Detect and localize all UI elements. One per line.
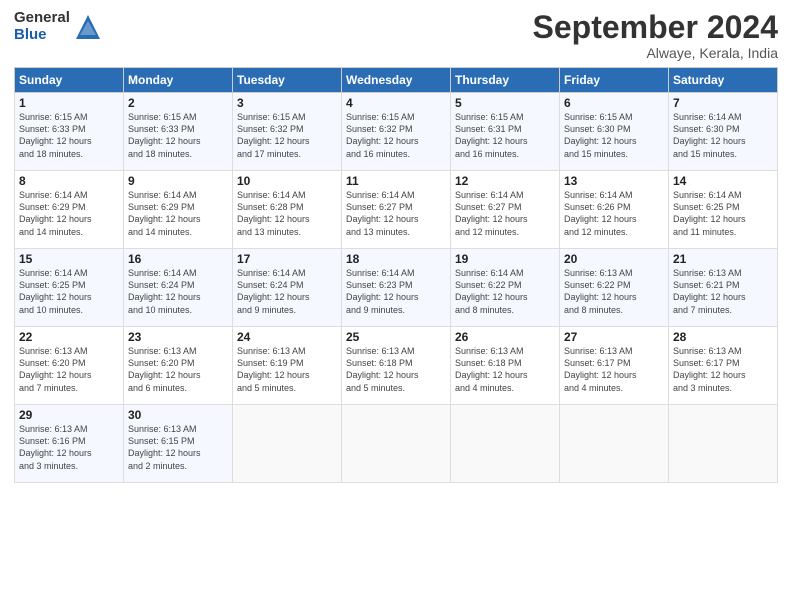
title-block: September 2024 Alwaye, Kerala, India bbox=[533, 10, 778, 61]
table-row: 12Sunrise: 6:14 AMSunset: 6:27 PMDayligh… bbox=[451, 171, 560, 249]
table-row: 2Sunrise: 6:15 AMSunset: 6:33 PMDaylight… bbox=[124, 93, 233, 171]
table-row: 14Sunrise: 6:14 AMSunset: 6:25 PMDayligh… bbox=[669, 171, 778, 249]
table-row: 23Sunrise: 6:13 AMSunset: 6:20 PMDayligh… bbox=[124, 327, 233, 405]
table-row: 15Sunrise: 6:14 AMSunset: 6:25 PMDayligh… bbox=[15, 249, 124, 327]
logo-icon bbox=[74, 13, 102, 41]
table-row: 8Sunrise: 6:14 AMSunset: 6:29 PMDaylight… bbox=[15, 171, 124, 249]
table-row: 4Sunrise: 6:15 AMSunset: 6:32 PMDaylight… bbox=[342, 93, 451, 171]
table-row: 5Sunrise: 6:15 AMSunset: 6:31 PMDaylight… bbox=[451, 93, 560, 171]
table-row bbox=[560, 405, 669, 483]
table-row bbox=[233, 405, 342, 483]
calendar-table: Sunday Monday Tuesday Wednesday Thursday… bbox=[14, 67, 778, 483]
table-row: 24Sunrise: 6:13 AMSunset: 6:19 PMDayligh… bbox=[233, 327, 342, 405]
logo-text: General Blue bbox=[14, 10, 70, 43]
col-sunday: Sunday bbox=[15, 68, 124, 93]
table-row: 22Sunrise: 6:13 AMSunset: 6:20 PMDayligh… bbox=[15, 327, 124, 405]
logo: General Blue bbox=[14, 10, 102, 43]
col-tuesday: Tuesday bbox=[233, 68, 342, 93]
table-row: 3Sunrise: 6:15 AMSunset: 6:32 PMDaylight… bbox=[233, 93, 342, 171]
header-row: Sunday Monday Tuesday Wednesday Thursday… bbox=[15, 68, 778, 93]
col-wednesday: Wednesday bbox=[342, 68, 451, 93]
table-row: 25Sunrise: 6:13 AMSunset: 6:18 PMDayligh… bbox=[342, 327, 451, 405]
table-row: 20Sunrise: 6:13 AMSunset: 6:22 PMDayligh… bbox=[560, 249, 669, 327]
table-row: 19Sunrise: 6:14 AMSunset: 6:22 PMDayligh… bbox=[451, 249, 560, 327]
logo-blue: Blue bbox=[14, 27, 70, 44]
table-row: 16Sunrise: 6:14 AMSunset: 6:24 PMDayligh… bbox=[124, 249, 233, 327]
table-row: 18Sunrise: 6:14 AMSunset: 6:23 PMDayligh… bbox=[342, 249, 451, 327]
table-row: 1Sunrise: 6:15 AMSunset: 6:33 PMDaylight… bbox=[15, 93, 124, 171]
table-row: 27Sunrise: 6:13 AMSunset: 6:17 PMDayligh… bbox=[560, 327, 669, 405]
logo-general: General bbox=[14, 10, 70, 27]
table-row bbox=[342, 405, 451, 483]
table-row: 30Sunrise: 6:13 AMSunset: 6:15 PMDayligh… bbox=[124, 405, 233, 483]
table-row: 7Sunrise: 6:14 AMSunset: 6:30 PMDaylight… bbox=[669, 93, 778, 171]
table-row: 29Sunrise: 6:13 AMSunset: 6:16 PMDayligh… bbox=[15, 405, 124, 483]
col-thursday: Thursday bbox=[451, 68, 560, 93]
table-row: 10Sunrise: 6:14 AMSunset: 6:28 PMDayligh… bbox=[233, 171, 342, 249]
table-row: 13Sunrise: 6:14 AMSunset: 6:26 PMDayligh… bbox=[560, 171, 669, 249]
page-container: General Blue September 2024 Alwaye, Kera… bbox=[0, 0, 792, 493]
header: General Blue September 2024 Alwaye, Kera… bbox=[14, 10, 778, 61]
table-row: 9Sunrise: 6:14 AMSunset: 6:29 PMDaylight… bbox=[124, 171, 233, 249]
table-row: 6Sunrise: 6:15 AMSunset: 6:30 PMDaylight… bbox=[560, 93, 669, 171]
table-row: 28Sunrise: 6:13 AMSunset: 6:17 PMDayligh… bbox=[669, 327, 778, 405]
col-friday: Friday bbox=[560, 68, 669, 93]
table-row: 26Sunrise: 6:13 AMSunset: 6:18 PMDayligh… bbox=[451, 327, 560, 405]
table-row bbox=[451, 405, 560, 483]
table-row bbox=[669, 405, 778, 483]
col-monday: Monday bbox=[124, 68, 233, 93]
col-saturday: Saturday bbox=[669, 68, 778, 93]
table-row: 21Sunrise: 6:13 AMSunset: 6:21 PMDayligh… bbox=[669, 249, 778, 327]
table-row: 17Sunrise: 6:14 AMSunset: 6:24 PMDayligh… bbox=[233, 249, 342, 327]
table-row: 11Sunrise: 6:14 AMSunset: 6:27 PMDayligh… bbox=[342, 171, 451, 249]
main-title: September 2024 bbox=[533, 10, 778, 45]
subtitle: Alwaye, Kerala, India bbox=[533, 45, 778, 61]
